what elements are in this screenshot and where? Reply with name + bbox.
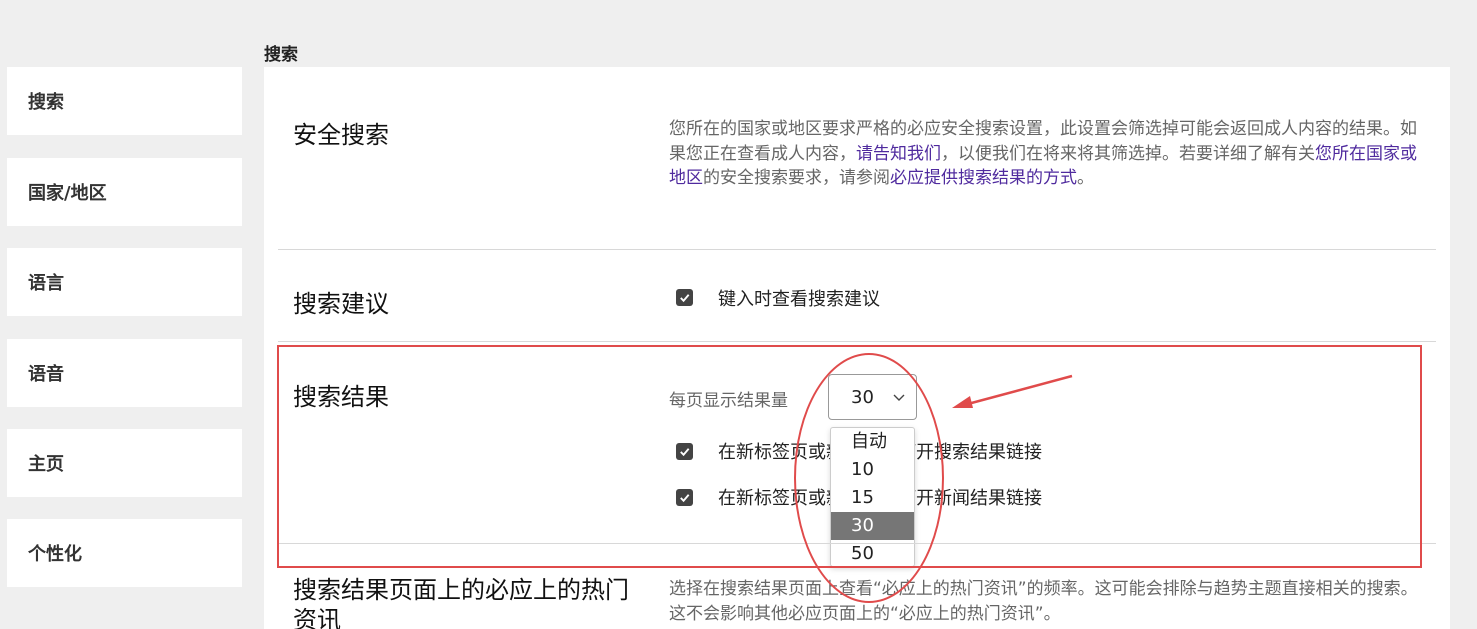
per-page-label: 每页显示结果量 (669, 391, 788, 411)
checkmark-icon (680, 494, 690, 503)
sidebar-item-homepage[interactable]: 主页 (7, 429, 242, 497)
sidebar-item-personalization[interactable]: 个性化 (7, 519, 242, 587)
how-bing-delivers-link[interactable]: 必应提供搜索结果的方式 (890, 168, 1077, 188)
open-news-new-tab-checkbox[interactable] (676, 489, 693, 506)
results-title: 搜索结果 (293, 383, 389, 411)
per-page-select[interactable]: 30 (828, 374, 917, 420)
dropdown-option-50[interactable]: 50 (831, 540, 914, 568)
section-divider (278, 249, 1436, 250)
sidebar-item-label: 语音 (28, 364, 64, 385)
desc-text: ，以便我们在将来将其筛选掉。若要详细了解有关 (941, 143, 1315, 164)
safe-search-title: 安全搜索 (293, 121, 389, 149)
sidebar-item-search[interactable]: 搜索 (7, 67, 242, 135)
trending-title: 搜索结果页面上的必应上的热门资讯 (293, 576, 629, 629)
section-divider (278, 341, 1436, 342)
dropdown-option-30[interactable]: 30 (831, 512, 914, 540)
safe-search-description: 您所在的国家或地区要求严格的必应安全搜索设置，此设置会筛选掉可能会返回成人内容的… (669, 117, 1419, 191)
checkmark-icon (680, 294, 690, 303)
dropdown-option-auto[interactable]: 自动 (831, 428, 914, 456)
desc-text: 。 (1077, 168, 1094, 188)
dropdown-option-10[interactable]: 10 (831, 456, 914, 484)
suggestions-checkbox-label: 键入时查看搜索建议 (718, 289, 880, 310)
suggestions-checkbox[interactable] (676, 289, 693, 306)
sidebar-item-label: 主页 (28, 454, 64, 475)
tell-us-link[interactable]: 请告知我们 (856, 144, 941, 164)
sidebar-item-language[interactable]: 语言 (7, 248, 242, 316)
sidebar-item-label: 搜索 (28, 92, 64, 113)
chevron-down-icon (893, 394, 905, 401)
dropdown-option-15[interactable]: 15 (831, 484, 914, 512)
per-page-select-value: 30 (851, 387, 874, 408)
section-divider (278, 543, 1436, 544)
sidebar-item-voice[interactable]: 语音 (7, 339, 242, 407)
open-results-new-tab-checkbox[interactable] (676, 443, 693, 460)
per-page-dropdown: 自动 10 15 30 50 (830, 427, 915, 567)
page-title: 搜索 (264, 45, 298, 65)
checkmark-icon (680, 448, 690, 457)
sidebar-item-label: 国家/地区 (28, 183, 107, 204)
sidebar-item-label: 个性化 (28, 544, 82, 565)
sidebar-item-region[interactable]: 国家/地区 (7, 158, 242, 226)
trending-description: 选择在搜索结果页面上查看“必应上的热门资讯”的频率。这可能会排除与趋势主题直接相… (669, 579, 1418, 624)
sidebar-item-label: 语言 (28, 273, 64, 294)
desc-text: 的安全搜索要求，请参阅 (703, 168, 890, 188)
suggestions-title: 搜索建议 (293, 290, 389, 318)
